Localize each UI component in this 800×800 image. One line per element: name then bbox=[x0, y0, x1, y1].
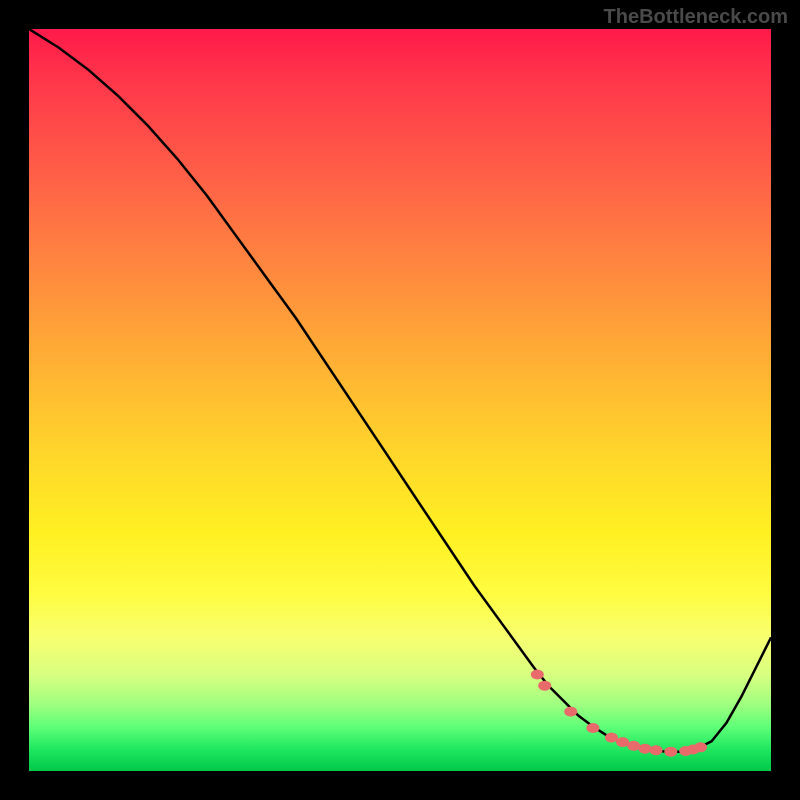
curve-markers bbox=[531, 670, 707, 757]
curve-marker bbox=[586, 723, 599, 733]
curve-marker bbox=[650, 745, 663, 755]
curve-marker bbox=[694, 742, 707, 752]
chart-svg bbox=[29, 29, 771, 771]
curve-marker bbox=[605, 733, 618, 743]
curve-marker bbox=[564, 707, 577, 717]
curve-marker bbox=[531, 670, 544, 680]
curve-marker bbox=[638, 744, 651, 754]
curve-marker bbox=[627, 741, 640, 751]
chart-area bbox=[29, 29, 771, 771]
curve-marker bbox=[616, 737, 629, 747]
watermark-text: TheBottleneck.com bbox=[604, 6, 788, 29]
curve-marker bbox=[538, 681, 551, 691]
bottleneck-curve bbox=[29, 29, 771, 752]
curve-marker bbox=[664, 747, 677, 757]
